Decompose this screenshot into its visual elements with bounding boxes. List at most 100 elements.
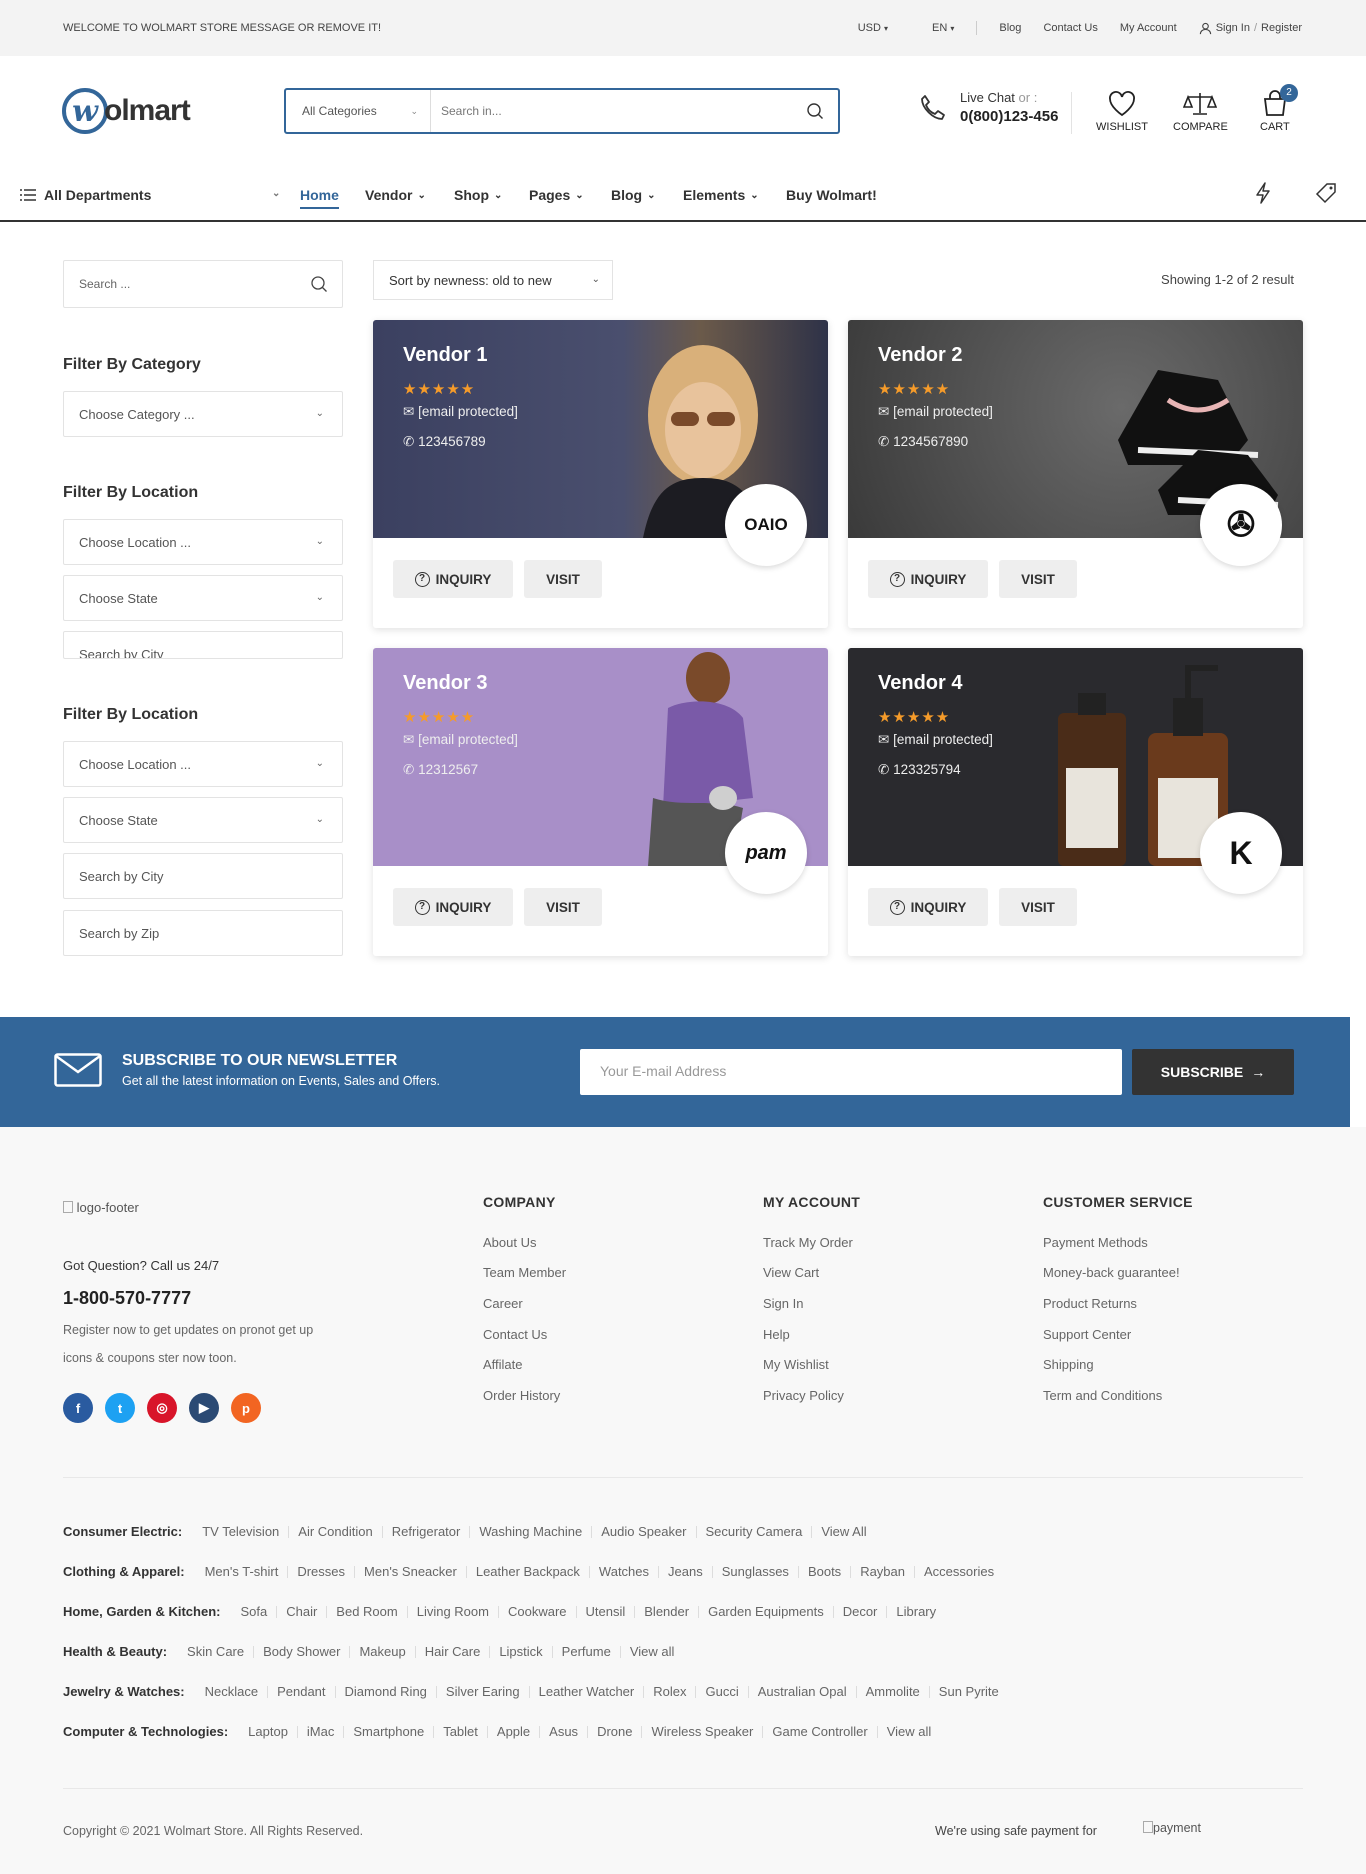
sidebar-search-input[interactable]: Search ... (63, 260, 343, 308)
category-link[interactable]: TV Television (196, 1525, 288, 1538)
category-link[interactable]: Australian Opal (747, 1685, 856, 1698)
category-link[interactable]: Perfume (551, 1645, 620, 1658)
category-link[interactable]: Audio Speaker (591, 1525, 695, 1538)
category-link[interactable]: Apple (486, 1725, 539, 1738)
category-link[interactable]: Chair (276, 1605, 326, 1618)
category-link[interactable]: Lipstick (489, 1645, 551, 1658)
vendor-name[interactable]: Vendor 3 (403, 672, 487, 695)
location-select-2[interactable]: Choose Location ... ⌄ (63, 741, 343, 787)
youtube-icon[interactable]: ▶ (189, 1393, 219, 1423)
category-link[interactable]: Bed Room (326, 1605, 406, 1618)
vendor-email[interactable]: [email protected] (418, 404, 518, 419)
footer-link-terms[interactable]: Term and Conditions (1043, 1388, 1162, 1403)
category-link[interactable]: Sofa (234, 1605, 276, 1618)
category-link[interactable]: Asus (539, 1725, 587, 1738)
currency-select[interactable]: USD ▾ (836, 22, 888, 34)
category-link[interactable]: Game Controller (762, 1725, 876, 1738)
newsletter-email-input[interactable]: Your E-mail Address (580, 1049, 1122, 1095)
category-link[interactable]: Dresses (287, 1565, 354, 1578)
instagram-icon[interactable]: ◎ (147, 1393, 177, 1423)
footer-link-view-cart[interactable]: View Cart (763, 1265, 819, 1280)
footer-link-returns[interactable]: Product Returns (1043, 1296, 1137, 1311)
footer-link-wishlist[interactable]: My Wishlist (763, 1357, 829, 1372)
city-search-input[interactable]: Search by City (63, 631, 343, 659)
visit-button[interactable]: VISIT (524, 888, 602, 926)
category-select[interactable]: Choose Category ... ⌄ (63, 391, 343, 437)
category-link[interactable]: Necklace (199, 1685, 267, 1698)
category-link[interactable]: Jeans (658, 1565, 712, 1578)
category-link[interactable]: Gucci (695, 1685, 747, 1698)
category-link[interactable]: Air Condition (288, 1525, 381, 1538)
search-category-select[interactable]: All Categories ⌄ (286, 90, 431, 132)
category-link[interactable]: Washing Machine (469, 1525, 591, 1538)
category-link[interactable]: iMac (296, 1725, 343, 1738)
logo[interactable]: w olmart (62, 88, 191, 134)
category-link[interactable]: Laptop (242, 1725, 297, 1738)
vendor-logo[interactable]: OAIO (725, 484, 807, 566)
visit-button[interactable]: VISIT (999, 560, 1077, 598)
subscribe-button[interactable]: SUBSCRIBE → (1132, 1049, 1294, 1095)
location-select[interactable]: Choose Location ... ⌄ (63, 519, 343, 565)
state-select-2[interactable]: Choose State ⌄ (63, 797, 343, 843)
sort-select[interactable]: Sort by newness: old to new ⌄ (373, 260, 613, 300)
nav-home[interactable]: Home (300, 187, 339, 209)
contact-link[interactable]: Contact Us (1043, 22, 1097, 34)
footer-link-payment-methods[interactable]: Payment Methods (1043, 1235, 1148, 1250)
vendor-logo[interactable]: ✇ (1200, 484, 1282, 566)
facebook-icon[interactable]: f (63, 1393, 93, 1423)
category-link[interactable]: View all (876, 1725, 941, 1738)
nav-buy-wolmart[interactable]: Buy Wolmart! (786, 187, 877, 203)
footer-link-support[interactable]: Support Center (1043, 1327, 1131, 1342)
category-link[interactable]: Body Shower (253, 1645, 349, 1658)
category-link[interactable]: Sun Pyrite (928, 1685, 1008, 1698)
nav-vendor[interactable]: Vendor ⌄ (365, 187, 426, 203)
compare-button[interactable]: COMPARE (1173, 90, 1228, 133)
search-icon[interactable] (806, 102, 824, 120)
category-link[interactable]: Pendant (267, 1685, 334, 1698)
blog-link[interactable]: Blog (999, 22, 1021, 34)
category-link[interactable]: Rolex (643, 1685, 695, 1698)
footer-link-help[interactable]: Help (763, 1327, 790, 1342)
pinterest-icon[interactable]: p (231, 1393, 261, 1423)
vendor-email[interactable]: [email protected] (418, 732, 518, 747)
search-input[interactable]: Search in... (431, 104, 806, 118)
category-link[interactable]: Library (886, 1605, 945, 1618)
category-link[interactable]: Ammolite (855, 1685, 929, 1698)
category-link[interactable]: Watches (588, 1565, 658, 1578)
footer-link-order-history[interactable]: Order History (483, 1388, 560, 1403)
inquiry-button[interactable]: ? INQUIRY (868, 560, 988, 598)
category-link[interactable]: Leather Watcher (528, 1685, 644, 1698)
category-link[interactable]: Skin Care (181, 1645, 253, 1658)
vendor-name[interactable]: Vendor 1 (403, 344, 487, 367)
visit-button[interactable]: VISIT (524, 560, 602, 598)
category-link[interactable]: Tablet (433, 1725, 487, 1738)
category-link[interactable]: Diamond Ring (334, 1685, 436, 1698)
visit-button[interactable]: VISIT (999, 888, 1077, 926)
footer-link-affiliate[interactable]: Affilate (483, 1357, 523, 1372)
footer-link-sign-in[interactable]: Sign In (763, 1296, 803, 1311)
category-link[interactable]: Hair Care (414, 1645, 490, 1658)
category-link[interactable]: Security Camera (695, 1525, 812, 1538)
category-link[interactable]: Utensil (575, 1605, 635, 1618)
category-link[interactable]: Decor (832, 1605, 887, 1618)
language-select[interactable]: EN ▾ (910, 22, 954, 34)
category-link[interactable]: Men's T-shirt (199, 1565, 288, 1578)
nav-elements[interactable]: Elements ⌄ (683, 187, 759, 203)
tag-icon[interactable] (1314, 182, 1338, 204)
footer-logo[interactable]: logo-footer (63, 1200, 139, 1215)
footer-link-money-back[interactable]: Money-back guarantee! (1043, 1265, 1180, 1280)
state-select[interactable]: Choose State ⌄ (63, 575, 343, 621)
my-account-link[interactable]: My Account (1120, 22, 1177, 34)
wishlist-button[interactable]: WISHLIST (1096, 90, 1148, 133)
category-link[interactable]: Sunglasses (711, 1565, 798, 1578)
inquiry-button[interactable]: ? INQUIRY (868, 888, 988, 926)
inquiry-button[interactable]: ? INQUIRY (393, 560, 513, 598)
footer-link-track-order[interactable]: Track My Order (763, 1235, 853, 1250)
category-link[interactable]: View all (619, 1645, 684, 1658)
footer-link-about[interactable]: About Us (483, 1235, 536, 1250)
zip-search-input[interactable]: Search by Zip (63, 910, 343, 956)
category-link[interactable]: Drone (587, 1725, 641, 1738)
category-link[interactable]: Rayban (850, 1565, 914, 1578)
flash-icon[interactable] (1254, 182, 1272, 204)
footer-link-contact[interactable]: Contact Us (483, 1327, 547, 1342)
